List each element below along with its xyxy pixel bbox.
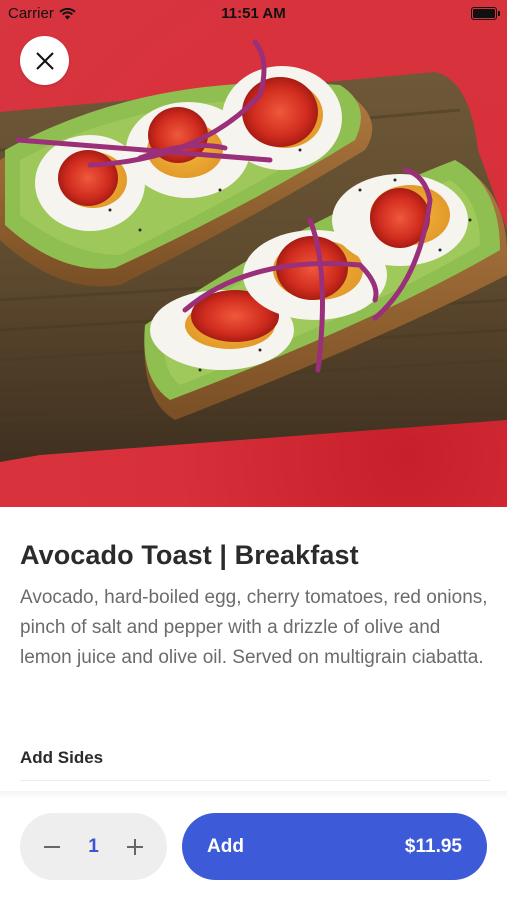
hero-food-image (0, 0, 507, 507)
plus-icon (126, 838, 143, 855)
close-button[interactable] (20, 36, 69, 85)
add-sides-heading: Add Sides (20, 748, 104, 767)
close-icon (35, 51, 54, 70)
item-details: Avocado Toast | Breakfast Avocado, hard-… (20, 540, 490, 673)
divider (20, 780, 490, 781)
item-title: Avocado Toast | Breakfast (20, 540, 359, 570)
add-to-order-button[interactable]: Add $11.95 (182, 813, 487, 880)
status-bar: Carrier 11:51 AM (0, 0, 507, 28)
bottom-bar-shadow (0, 791, 507, 799)
increment-button[interactable] (123, 835, 147, 859)
status-time: 11:51 AM (221, 5, 286, 22)
decrement-button[interactable] (40, 835, 64, 859)
quantity-value: 1 (88, 835, 99, 857)
minus-icon (44, 845, 60, 848)
avocado-toast-illustration (0, 39, 507, 462)
quantity-stepper: 1 (20, 813, 167, 880)
add-button-price: $11.95 (404, 835, 462, 857)
battery-icon (471, 7, 500, 20)
add-button-label: Add (207, 835, 244, 857)
item-description: Avocado, hard-boiled egg, cherry tomatoe… (20, 587, 488, 668)
